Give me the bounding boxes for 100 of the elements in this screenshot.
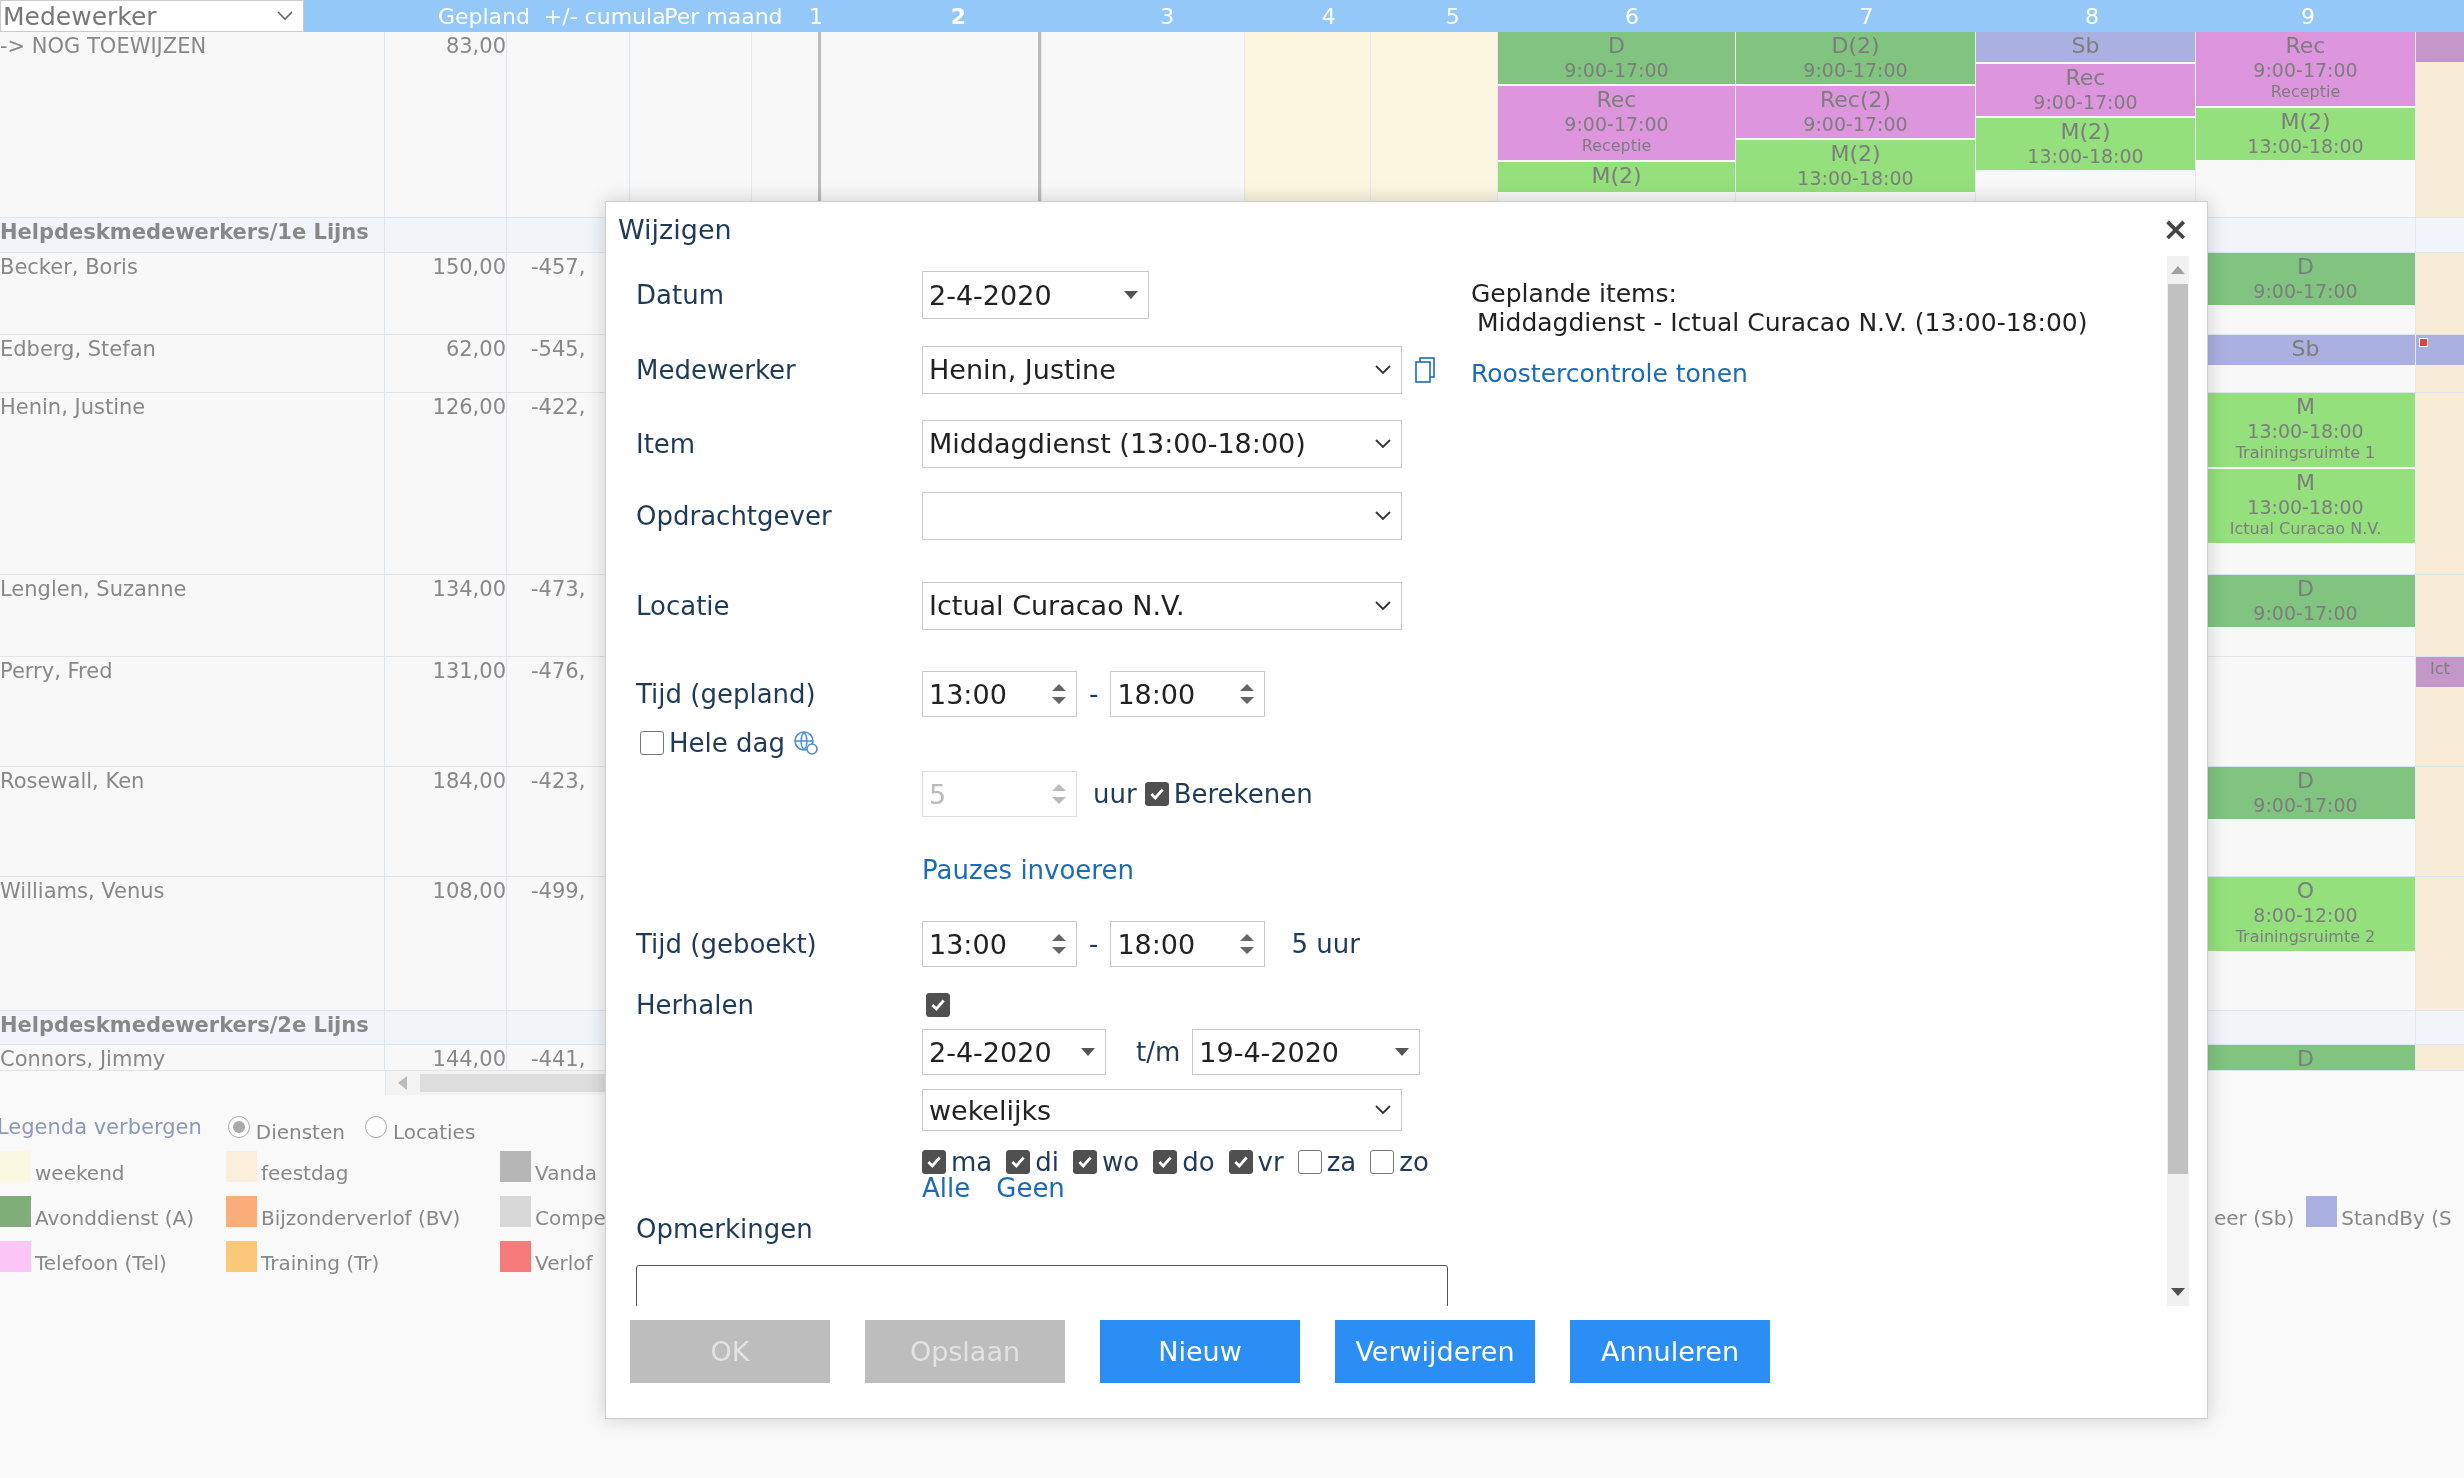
shift-location: Trainingsruimte 1 <box>2235 442 2376 464</box>
shift-time: 9:00-17:00 <box>1803 59 1908 81</box>
shift-block[interactable]: M(2) 13:00-18:00 <box>2196 108 2415 160</box>
spinner-icon[interactable] <box>1240 683 1255 705</box>
checkbox-label: vr <box>1257 1147 1284 1177</box>
date-field[interactable]: 19-4-2020 <box>1192 1029 1421 1075</box>
shift-time: 8:00-12:00 <box>2253 904 2358 926</box>
calendar-cell[interactable] <box>2415 767 2464 876</box>
day-header: 6 <box>1624 3 1639 29</box>
time-field[interactable]: 18:00 <box>1110 671 1266 717</box>
legend-label: eer (Sb) <box>2214 1205 2295 1230</box>
shift-code: D(2) <box>1831 33 1880 59</box>
field-label: Medewerker <box>636 354 797 385</box>
shift-block[interactable]: Ict <box>2416 657 2464 687</box>
shift-location: Receptie <box>1581 135 1652 157</box>
item-select[interactable]: Middagdienst (13:00-18:00) <box>922 419 1402 468</box>
shift-block[interactable]: M(2) <box>1498 162 1735 192</box>
shift-block[interactable]: M(2) 13:00-18:00 <box>1736 140 1975 192</box>
calendar-cell[interactable]: D 9:00-17:00 <box>2195 575 2415 656</box>
time-field[interactable]: 18:00 <box>1110 921 1266 967</box>
checkbox[interactable] <box>1228 1150 1253 1174</box>
checkbox[interactable] <box>1144 782 1169 806</box>
radio-button[interactable] <box>227 1116 250 1138</box>
time-field[interactable]: 13:00 <box>922 921 1077 967</box>
date-field[interactable]: 2-4-2020 <box>922 1029 1106 1075</box>
employee-name: Williams, Venus <box>0 879 165 903</box>
employee-select[interactable]: Henin, Justine <box>922 345 1402 394</box>
calendar-cell[interactable]: Sb <box>2195 335 2415 392</box>
shift-block[interactable]: D 9:00-17:00 <box>1498 32 1735 84</box>
shift-block[interactable]: Rec 9:00-17:00 Receptie <box>1498 86 1735 160</box>
shift-block[interactable]: Rec 9:00-17:00 <box>1976 64 2195 116</box>
legend-label: Bijzonderverlof (BV) <box>261 1205 461 1230</box>
calendar-cell[interactable]: D(2) 9:00-17:00 Rec(2) 9:00-17:00 M(2) 13:00-18:00 <box>1735 32 1975 217</box>
spinner-icon[interactable] <box>1052 933 1066 955</box>
dialog-button[interactable]: Annuleren <box>1570 1320 1770 1383</box>
schedule-check-link[interactable]: Roostercontrole tonen <box>1471 359 2088 388</box>
checkbox[interactable] <box>922 1150 946 1174</box>
checkbox-label: do <box>1182 1147 1215 1177</box>
calendar-cell[interactable] <box>2415 575 2464 656</box>
shift-time: 9:00-17:00 <box>2253 602 2358 624</box>
employee-name: Henin, Justine <box>0 395 146 419</box>
calendar-cell[interactable]: M 13:00-18:00 Trainingsruimte 1 M 13:00-18:00 Ictual Curacao N.V. <box>2195 393 2415 574</box>
employee-dropdown[interactable]: Medewerker <box>0 0 305 32</box>
shift-block[interactable]: Rec(2) 9:00-17:00 <box>1736 86 1975 138</box>
shift-code: M <box>2296 394 2315 420</box>
calendar-cell[interactable]: D 9:00-17:00 <box>2195 767 2415 876</box>
table-cell: -473, <box>531 577 586 601</box>
employee-name: Edberg, Stefan <box>0 337 156 361</box>
breaks-link[interactable]: Pauzes invoeren <box>922 855 1134 885</box>
radio-button[interactable] <box>364 1116 387 1138</box>
calendar-cell[interactable]: Rec 9:00-17:00 Receptie M(2) 13:00-18:00 <box>2195 32 2415 217</box>
shift-time: 9:00-17:00 <box>1803 113 1908 135</box>
calendar-cell[interactable]: D 9:00-17:00 <box>2195 253 2415 334</box>
group-header: Helpdeskmedewerkers/2e Lijns <box>0 1013 369 1037</box>
table-cell: 108,00 <box>432 879 506 903</box>
shift-block[interactable]: M(2) 13:00-18:00 <box>1976 118 2195 170</box>
checkbox-label: za <box>1326 1147 1357 1177</box>
calendar-cell[interactable] <box>2415 877 2464 1010</box>
shift-block[interactable]: D(2) 9:00-17:00 <box>1736 32 1975 84</box>
chevron-icon <box>1375 510 1391 521</box>
shift-block[interactable]: Sb <box>1976 32 2195 62</box>
frequency-select[interactable]: wekelijks <box>922 1089 1402 1131</box>
spinner-icon[interactable] <box>1052 683 1066 705</box>
checkbox[interactable] <box>1073 1150 1097 1174</box>
shift-block[interactable] <box>2416 335 2464 365</box>
calendar-cell[interactable]: Sb Rec 9:00-17:00 M(2) 13:00-18:00 <box>1975 32 2195 217</box>
dialog-button[interactable]: Verwijderen <box>1335 1320 1535 1383</box>
checkbox[interactable] <box>640 731 664 755</box>
vertical-scrollbar[interactable] <box>2167 256 2189 1306</box>
calendar-cell[interactable]: D 9:00-17:00 Rec 9:00-17:00 Receptie M(2) <box>1497 32 1735 217</box>
dialog-button[interactable]: Nieuw <box>1100 1320 1300 1383</box>
checkbox[interactable] <box>926 993 950 1017</box>
checkbox[interactable] <box>1370 1150 1395 1174</box>
checkbox[interactable] <box>1153 1150 1178 1174</box>
time-field[interactable]: 13:00 <box>922 671 1077 717</box>
calendar-cell[interactable] <box>2415 32 2464 217</box>
scroll-up-icon[interactable] <box>2171 266 2185 274</box>
checkbox[interactable] <box>1006 1150 1031 1174</box>
day-header: 7 <box>1859 3 1874 29</box>
table-cell: 62,00 <box>445 337 506 361</box>
client-select[interactable] <box>922 491 1402 540</box>
globe-icon[interactable] <box>793 730 819 756</box>
scroll-left-icon[interactable] <box>398 1076 408 1090</box>
date-field[interactable]: 2-4-2020 <box>922 271 1149 319</box>
shift-block[interactable]: Rec 9:00-17:00 Receptie <box>2196 32 2415 106</box>
checkbox[interactable] <box>1297 1150 1322 1174</box>
spinner-icon[interactable] <box>1240 933 1255 955</box>
scroll-down-icon[interactable] <box>2171 1288 2185 1296</box>
copy-icon[interactable] <box>1415 356 1435 383</box>
calendar-cell[interactable] <box>2415 393 2464 574</box>
location-select[interactable]: Ictual Curacao N.V. <box>922 581 1402 630</box>
shift-time: 13:00-18:00 <box>1797 167 1914 189</box>
calendar-cell[interactable] <box>2415 335 2464 392</box>
calendar-cell[interactable] <box>2415 253 2464 334</box>
calendar-cell[interactable] <box>2415 1045 2464 1070</box>
chevron-icon <box>277 11 294 21</box>
calendar-cell[interactable]: O 8:00-12:00 Trainingsruimte 2 <box>2195 877 2415 1010</box>
calendar-cell[interactable]: Ict <box>2415 657 2464 766</box>
shift-code: Rec <box>1596 87 1637 113</box>
shift-time: 9:00-17:00 <box>1564 59 1669 81</box>
